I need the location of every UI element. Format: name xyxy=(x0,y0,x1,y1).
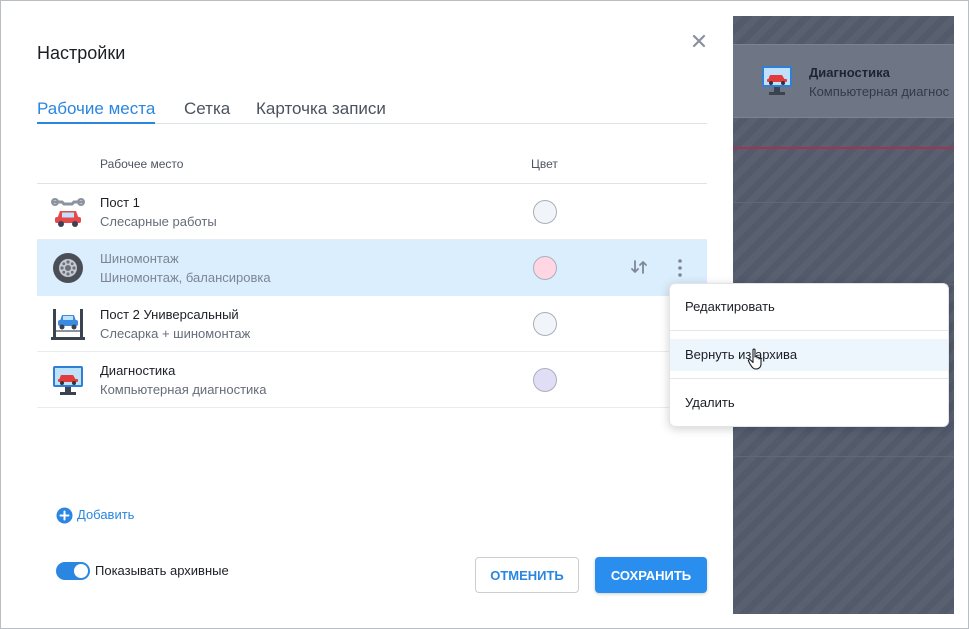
menu-divider xyxy=(670,378,948,379)
background-card-title: Диагностика xyxy=(809,65,890,80)
diagnostics-monitor-icon xyxy=(762,66,792,95)
show-archived-toggle[interactable] xyxy=(56,562,90,580)
dialog-title: Настройки xyxy=(37,43,126,63)
grid-line xyxy=(733,456,954,457)
reorder-arrows-icon[interactable] xyxy=(629,259,649,275)
tire-icon xyxy=(53,253,83,283)
menu-divider xyxy=(670,330,948,331)
workplace-description: Слесарные работы xyxy=(100,214,217,229)
workplace-description: Шиномонтаж, балансировка xyxy=(100,270,271,285)
toggle-knob xyxy=(74,564,88,578)
background-card-subtitle: Компьютерная диагнос xyxy=(809,84,950,99)
cancel-button[interactable]: ОТМЕНИТЬ xyxy=(475,557,579,593)
menu-item-restore-from-archive[interactable]: Вернуть из архива xyxy=(670,339,948,371)
tab-grid[interactable]: Сетка xyxy=(184,99,230,124)
settings-tabs: Рабочие места Сетка Карточка записи xyxy=(37,99,707,124)
hand-pointer-cursor-icon xyxy=(747,348,762,370)
workplace-description: Слесарка + шиномонтаж xyxy=(100,326,251,341)
close-icon[interactable] xyxy=(689,31,709,51)
show-archived-label: Показывать архивные xyxy=(95,563,229,578)
workplace-description: Компьютерная диагностика xyxy=(100,382,267,397)
workplace-name: Шиномонтаж xyxy=(100,251,179,266)
tab-record-card[interactable]: Карточка записи xyxy=(256,99,386,124)
row-context-menu: Редактировать Вернуть из архива Удалить xyxy=(669,283,949,427)
workplace-name: Диагностика xyxy=(100,363,176,378)
table-row[interactable]: Диагностика Компьютерная диагностика xyxy=(37,352,707,408)
table-row[interactable]: Шиномонтаж Шиномонтаж, балансировка xyxy=(37,240,707,296)
save-button[interactable]: СОХРАНИТЬ xyxy=(595,557,707,593)
repair-car-icon xyxy=(51,198,85,227)
menu-item-delete[interactable]: Удалить xyxy=(670,387,948,419)
color-swatch[interactable] xyxy=(533,256,557,280)
background-workplace-card: Диагностика Компьютерная диагнос xyxy=(733,44,954,118)
color-swatch[interactable] xyxy=(533,200,557,224)
more-vertical-icon[interactable] xyxy=(672,256,688,280)
car-lift-icon xyxy=(51,309,85,340)
color-swatch[interactable] xyxy=(533,312,557,336)
table-row[interactable]: Пост 1 Слесарные работы xyxy=(37,184,707,240)
workplace-name: Пост 1 xyxy=(100,195,140,210)
current-time-line xyxy=(733,147,954,149)
add-workplace-label: Добавить xyxy=(77,507,135,522)
column-header-workplace: Рабочее место xyxy=(100,157,184,171)
menu-item-edit[interactable]: Редактировать xyxy=(670,291,948,323)
color-swatch[interactable] xyxy=(533,368,557,392)
table-row[interactable]: Пост 2 Универсальный Слесарка + шиномонт… xyxy=(37,296,707,352)
column-header-color: Цвет xyxy=(531,157,558,171)
workplace-name: Пост 2 Универсальный xyxy=(100,307,239,322)
diagnostics-monitor-icon xyxy=(53,366,83,395)
tab-workplaces[interactable]: Рабочие места xyxy=(37,99,156,124)
grid-line xyxy=(733,202,954,203)
plus-circle-icon xyxy=(56,507,73,524)
